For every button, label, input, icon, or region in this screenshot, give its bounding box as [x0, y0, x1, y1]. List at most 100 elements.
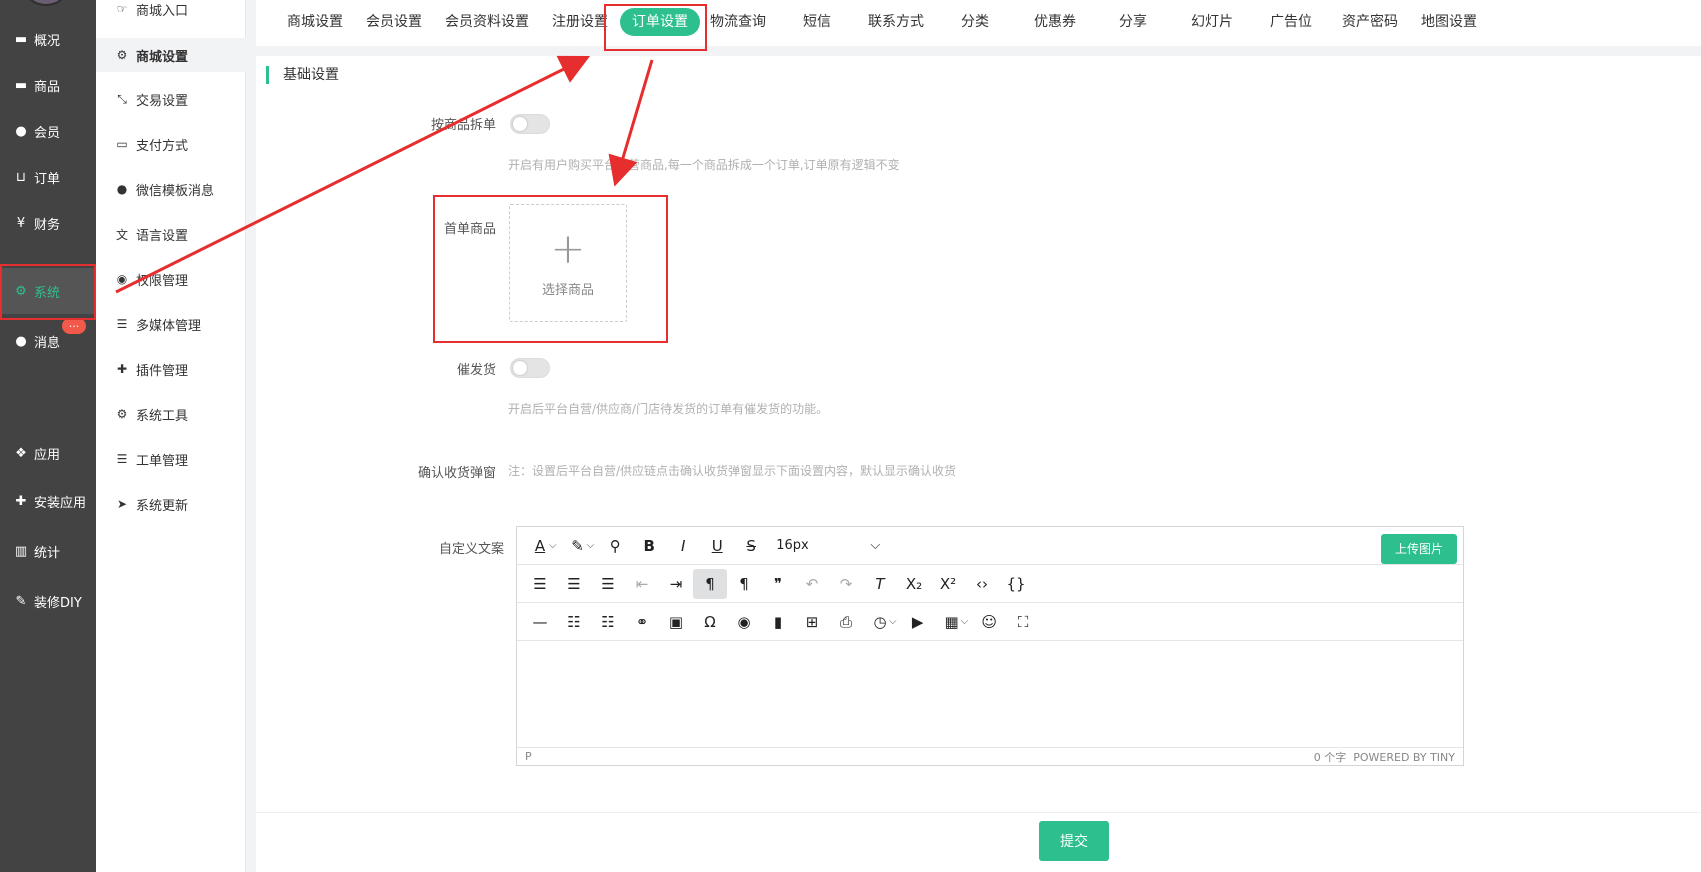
subscript-icon[interactable]: X₂ [897, 569, 931, 599]
submenu-item-mall-entry[interactable]: ☞ 商城入口 [96, 0, 246, 26]
link-icon[interactable]: ⚭ [625, 607, 659, 637]
page-break-icon[interactable]: ⊞ [795, 607, 829, 637]
submenu-item-plugins[interactable]: ✚ 插件管理 [96, 352, 246, 386]
rtl-icon[interactable]: ¶ [727, 569, 761, 599]
editor-meta: 0 个字 POWERED BY TINY [1314, 749, 1455, 765]
search-icon[interactable]: ⚲ [598, 531, 632, 561]
exchange-icon: ⤡ [117, 91, 127, 106]
tab-order-settings[interactable]: 订单设置 [620, 8, 700, 36]
align-center-icon[interactable]: ☰ [557, 569, 591, 599]
tab-member-profile[interactable]: 会员资料设置 [445, 8, 529, 36]
split-order-switch[interactable] [510, 114, 550, 134]
preview-icon[interactable]: ◉ [727, 607, 761, 637]
numbered-list-icon[interactable]: ☷ [591, 607, 625, 637]
language-icon: 文 [115, 227, 128, 242]
nav-item-orders[interactable]: ⊔ 订单 [0, 154, 96, 200]
order-settings-form: 基础设置 按商品拆单 开启有用户购买平台自营商品,每一个商品拆成一个订单,订单原… [256, 56, 1701, 812]
bar-chart-icon: ▥ [14, 543, 28, 559]
submenu-item-permissions[interactable]: ◉ 权限管理 [96, 262, 246, 296]
tab-logistics[interactable]: 物流查询 [710, 8, 766, 36]
chevron-down-icon[interactable]: ⌵ [889, 616, 897, 627]
submenu-item-system-tools[interactable]: ⚙ 系统工具 [96, 397, 246, 431]
font-size-select[interactable]: 16px ⌵ [768, 538, 888, 553]
underline-icon[interactable]: U [700, 531, 734, 561]
special-char-icon[interactable]: Ω [693, 607, 727, 637]
tab-share[interactable]: 分享 [1119, 8, 1147, 36]
horizontal-rule-icon[interactable]: — [523, 607, 557, 637]
chevron-down-icon[interactable]: ⌵ [961, 616, 969, 627]
urge-delivery-switch[interactable] [510, 358, 550, 378]
tab-ads[interactable]: 广告位 [1270, 8, 1312, 36]
code-sample-icon[interactable]: {} [999, 569, 1033, 599]
bookmark-icon[interactable]: ▮ [761, 607, 795, 637]
nav-item-apps[interactable]: ❖ 应用 [0, 430, 96, 476]
chevron-down-icon[interactable]: ⌵ [549, 540, 557, 551]
redo-icon[interactable]: ↷ [829, 569, 863, 599]
submenu-item-language[interactable]: 文语言设置 [96, 217, 246, 251]
submit-button[interactable]: 提交 [1039, 821, 1109, 861]
powered-by[interactable]: POWERED BY TINY [1353, 751, 1455, 764]
submenu-item-label: 语言设置 [136, 228, 189, 244]
strikethrough-icon[interactable]: S [734, 531, 768, 561]
box-icon: ▬ [14, 77, 28, 93]
bold-icon[interactable]: B [632, 531, 666, 561]
align-left-icon[interactable]: ☰ [523, 569, 557, 599]
submenu-item-media[interactable]: ☰ 多媒体管理 [96, 307, 246, 341]
nav-item-install-apps[interactable]: ✚ 安装应用 [0, 478, 96, 524]
undo-icon[interactable]: ↶ [795, 569, 829, 599]
chat-icon: ● [15, 333, 27, 349]
image-icon[interactable]: ▣ [659, 607, 693, 637]
chevron-down-icon[interactable]: ⌵ [587, 540, 595, 551]
tab-map-settings[interactable]: 地图设置 [1421, 8, 1477, 36]
print-icon[interactable]: ⎙ [829, 607, 863, 637]
nav-item-label: 系统 [34, 285, 61, 301]
submenu-item-trade-settings[interactable]: ⤡ 交易设置 [96, 82, 246, 116]
nav-item-label: 装修DIY [34, 595, 82, 611]
submenu-item-tickets[interactable]: ☰ 工单管理 [96, 442, 246, 476]
blockquote-icon[interactable]: ❞ [761, 569, 795, 599]
nav-item-system[interactable]: ⚙ 系统 [0, 268, 96, 314]
tab-mall-settings[interactable]: 商城设置 [287, 8, 343, 36]
nav-item-diy[interactable]: ✎ 装修DIY [0, 578, 96, 624]
ltr-icon[interactable]: ¶ [693, 568, 727, 599]
submenu-item-payment[interactable]: ▭ 支付方式 [96, 127, 246, 161]
editor-content-area[interactable] [517, 643, 1463, 747]
tab-sms[interactable]: 短信 [803, 8, 831, 36]
submenu-item-label: 权限管理 [136, 273, 189, 289]
nav-item-goods[interactable]: ▬ 商品 [0, 62, 96, 108]
nav-item-members[interactable]: ● 会员 [0, 108, 96, 154]
submenu-item-system-update[interactable]: ➤ 系统更新 [96, 487, 246, 521]
indent-icon[interactable]: ⇥ [659, 569, 693, 599]
select-goods-button[interactable]: + 选择商品 [509, 204, 627, 322]
tab-contact[interactable]: 联系方式 [868, 8, 924, 36]
avatar[interactable] [24, 0, 68, 6]
emoji-icon[interactable]: ☺ [972, 607, 1006, 637]
submenu-item-mall-settings[interactable]: ⚙ 商城设置 [96, 38, 246, 72]
tab-category[interactable]: 分类 [961, 8, 989, 36]
switch-knob [513, 117, 527, 131]
upload-image-button[interactable]: 上传图片 [1380, 534, 1457, 564]
submenu-item-wechat-template[interactable]: ● 微信模板消息 [96, 172, 246, 206]
nav-item-overview[interactable]: ▬ 概况 [0, 16, 96, 62]
nav-item-messages[interactable]: ● 消息 [0, 318, 96, 364]
italic-icon[interactable]: I [666, 531, 700, 561]
plus-icon: + [550, 223, 586, 273]
element-path[interactable]: P [525, 750, 532, 763]
media-icon[interactable]: ▶ [901, 607, 935, 637]
tab-slides[interactable]: 幻灯片 [1191, 8, 1233, 36]
tab-coupons[interactable]: 优惠券 [1034, 8, 1076, 36]
nav-item-statistics[interactable]: ▥ 统计 [0, 528, 96, 574]
tab-member-settings[interactable]: 会员设置 [366, 8, 422, 36]
bullet-list-icon[interactable]: ☷ [557, 607, 591, 637]
superscript-icon[interactable]: X² [931, 569, 965, 599]
first-goods-label: 首单商品 [443, 222, 496, 237]
align-right-icon[interactable]: ☰ [591, 569, 625, 599]
tab-register-settings[interactable]: 注册设置 [552, 8, 608, 36]
nav-item-finance[interactable]: ¥ 财务 [0, 200, 96, 246]
tab-asset-password[interactable]: 资产密码 [1342, 8, 1398, 36]
code-icon[interactable]: ‹› [965, 569, 999, 599]
clear-format-icon[interactable]: T [863, 569, 897, 599]
puzzle-icon: ✚ [15, 493, 27, 509]
outdent-icon[interactable]: ⇤ [625, 569, 659, 599]
fullscreen-icon[interactable]: ⛶ [1006, 607, 1040, 637]
